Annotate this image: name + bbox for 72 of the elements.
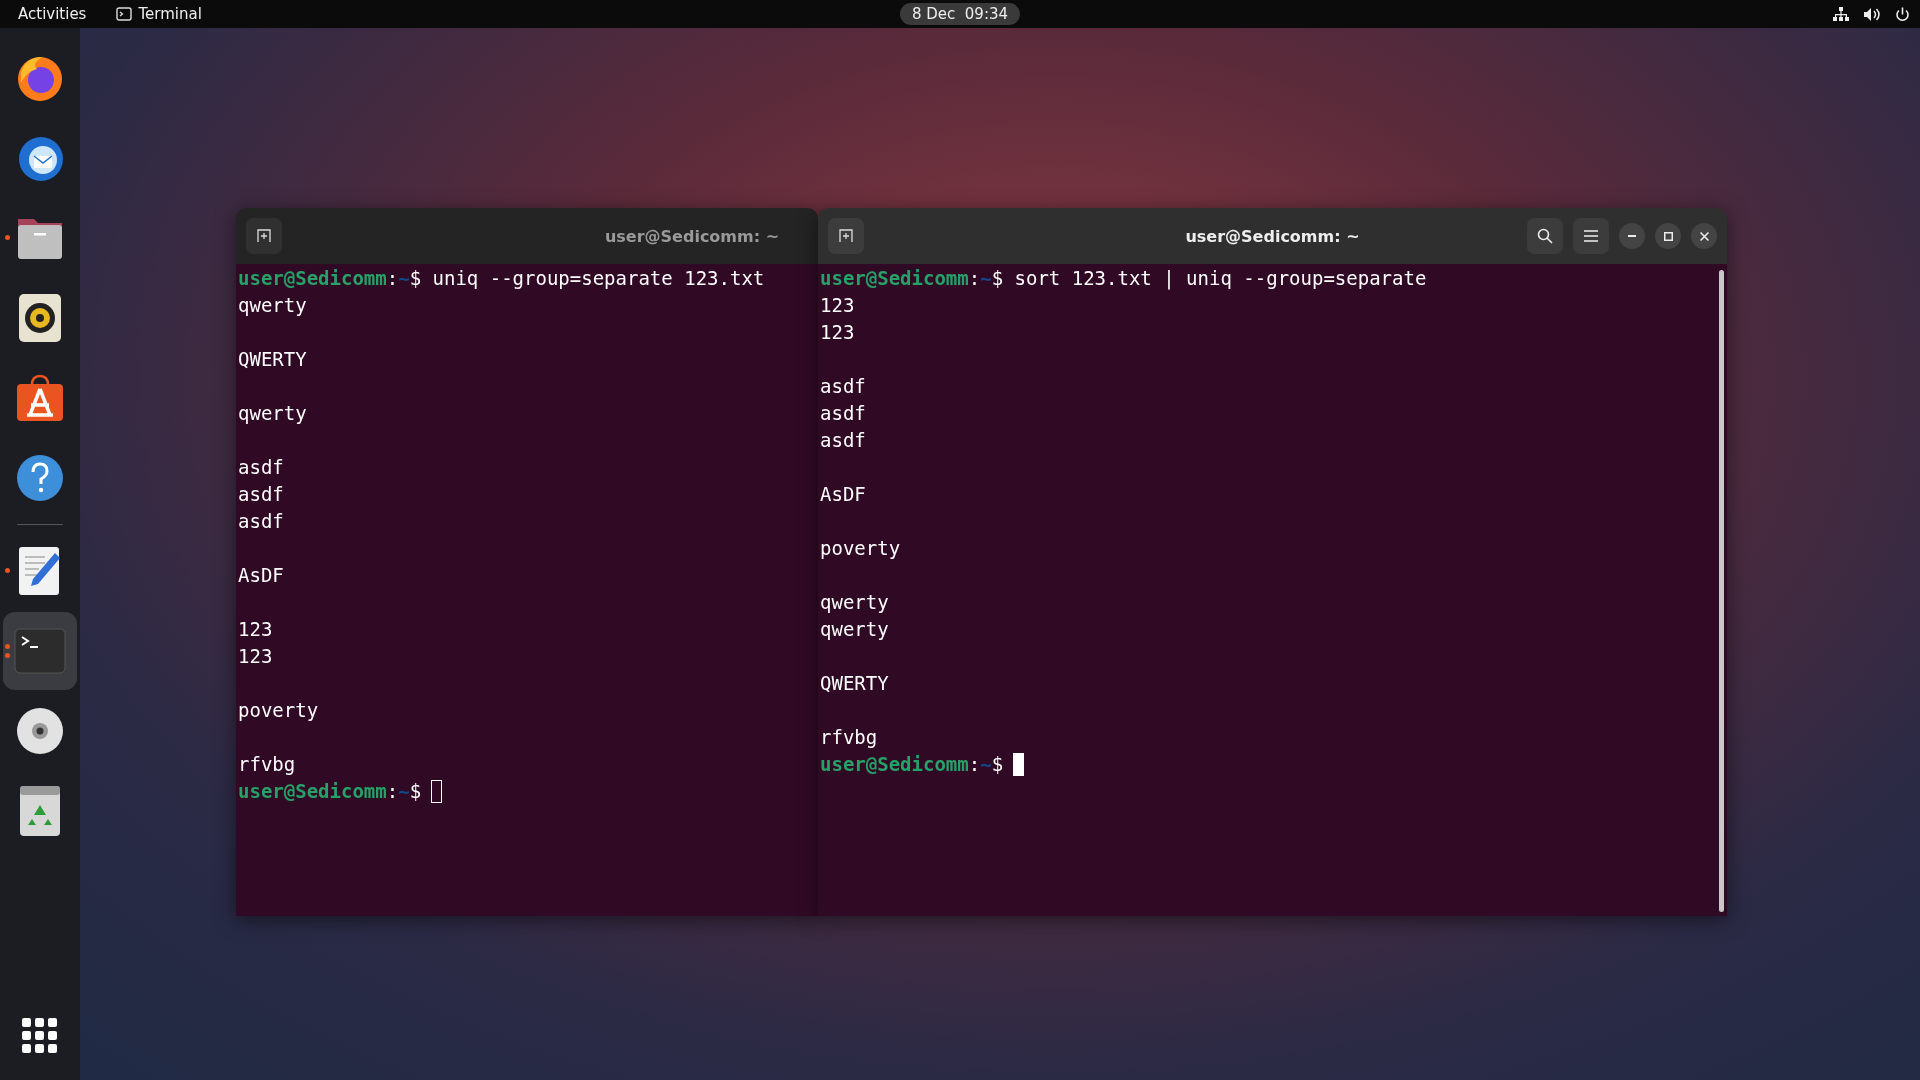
app-grid-icon[interactable] — [22, 1018, 58, 1054]
prompt-separator: : — [386, 780, 399, 802]
output-line: asdf — [238, 483, 284, 505]
output-line: qwerty — [238, 402, 307, 424]
speaker-icon — [18, 293, 62, 343]
output-line: qwerty — [820, 618, 889, 640]
menu-button[interactable] — [1573, 218, 1609, 254]
output-line: asdf — [820, 375, 866, 397]
menu-icon — [1584, 230, 1598, 242]
prompt-path: ~ — [398, 780, 410, 802]
prompt-separator: : — [968, 753, 981, 775]
output-line: rfvbg — [820, 726, 878, 748]
minimize-button[interactable] — [1619, 223, 1645, 249]
new-tab-button[interactable] — [246, 218, 282, 254]
volume-icon[interactable] — [1863, 6, 1881, 22]
prompt-user-host: user@Sedicomm — [820, 753, 969, 775]
prompt-path: ~ — [980, 753, 992, 775]
output-line: QWERTY — [820, 672, 889, 694]
maximize-icon — [1663, 231, 1673, 241]
prompt-separator: : — [968, 267, 981, 289]
window-title: user@Sedicomm: ~ — [1185, 226, 1360, 246]
output-line: 123 — [820, 321, 855, 343]
disc-icon — [15, 706, 65, 756]
output-line: rfvbg — [238, 753, 296, 775]
prompt-path: ~ — [980, 267, 992, 289]
output-line: asdf — [238, 510, 284, 532]
output-line: 123 — [238, 645, 273, 667]
output-line: qwerty — [820, 591, 889, 613]
prompt-symbol: $ — [409, 267, 422, 289]
terminal-icon — [116, 7, 133, 21]
power-icon[interactable] — [1895, 6, 1910, 22]
new-tab-icon — [257, 229, 271, 243]
output-line: asdf — [820, 402, 866, 424]
search-icon — [1537, 228, 1553, 244]
prompt-symbol: $ — [409, 780, 422, 802]
shopping-bag-icon — [15, 373, 65, 423]
clock[interactable]: 8 Dec 09:34 — [899, 3, 1021, 25]
prompt-user-host: user@Sedicomm — [820, 267, 969, 289]
prompt-symbol: $ — [991, 753, 1004, 775]
output-line: asdf — [820, 429, 866, 451]
scrollbar[interactable] — [1719, 270, 1724, 912]
terminal-icon — [14, 628, 66, 674]
notepad-pencil-icon — [17, 545, 63, 597]
app-menu[interactable]: Terminal — [116, 5, 202, 23]
new-tab-button[interactable] — [828, 218, 864, 254]
output-line: poverty — [238, 699, 319, 721]
output-line: asdf — [238, 456, 284, 478]
help-icon — [15, 453, 65, 503]
maximize-button[interactable] — [1655, 223, 1681, 249]
output-line: AsDF — [238, 564, 284, 586]
activities-button[interactable]: Activities — [10, 3, 95, 25]
output-line: qwerty — [238, 294, 307, 316]
prompt-user-host: user@Sedicomm — [238, 780, 387, 802]
minimize-icon — [1628, 235, 1636, 237]
prompt-user-host: user@Sedicomm — [238, 267, 387, 289]
close-button[interactable] — [1691, 223, 1717, 249]
network-icon[interactable] — [1833, 6, 1849, 22]
output-line: poverty — [820, 537, 901, 559]
close-icon — [1699, 231, 1709, 241]
prompt-path: ~ — [398, 267, 410, 289]
command-text: uniq --group=separate 123.txt — [432, 267, 765, 289]
window-title: user@Sedicomm: ~ — [604, 226, 780, 246]
output-line: AsDF — [820, 483, 866, 505]
output-line: QWERTY — [238, 348, 307, 370]
output-line: 123 — [820, 294, 855, 316]
new-tab-icon — [839, 229, 853, 243]
search-button[interactable] — [1527, 218, 1563, 254]
output-line: 123 — [238, 618, 273, 640]
trash-can-icon — [19, 785, 61, 837]
command-text: sort 123.txt | uniq --group=separate — [1014, 267, 1427, 289]
prompt-symbol: $ — [991, 267, 1004, 289]
prompt-separator: : — [386, 267, 399, 289]
